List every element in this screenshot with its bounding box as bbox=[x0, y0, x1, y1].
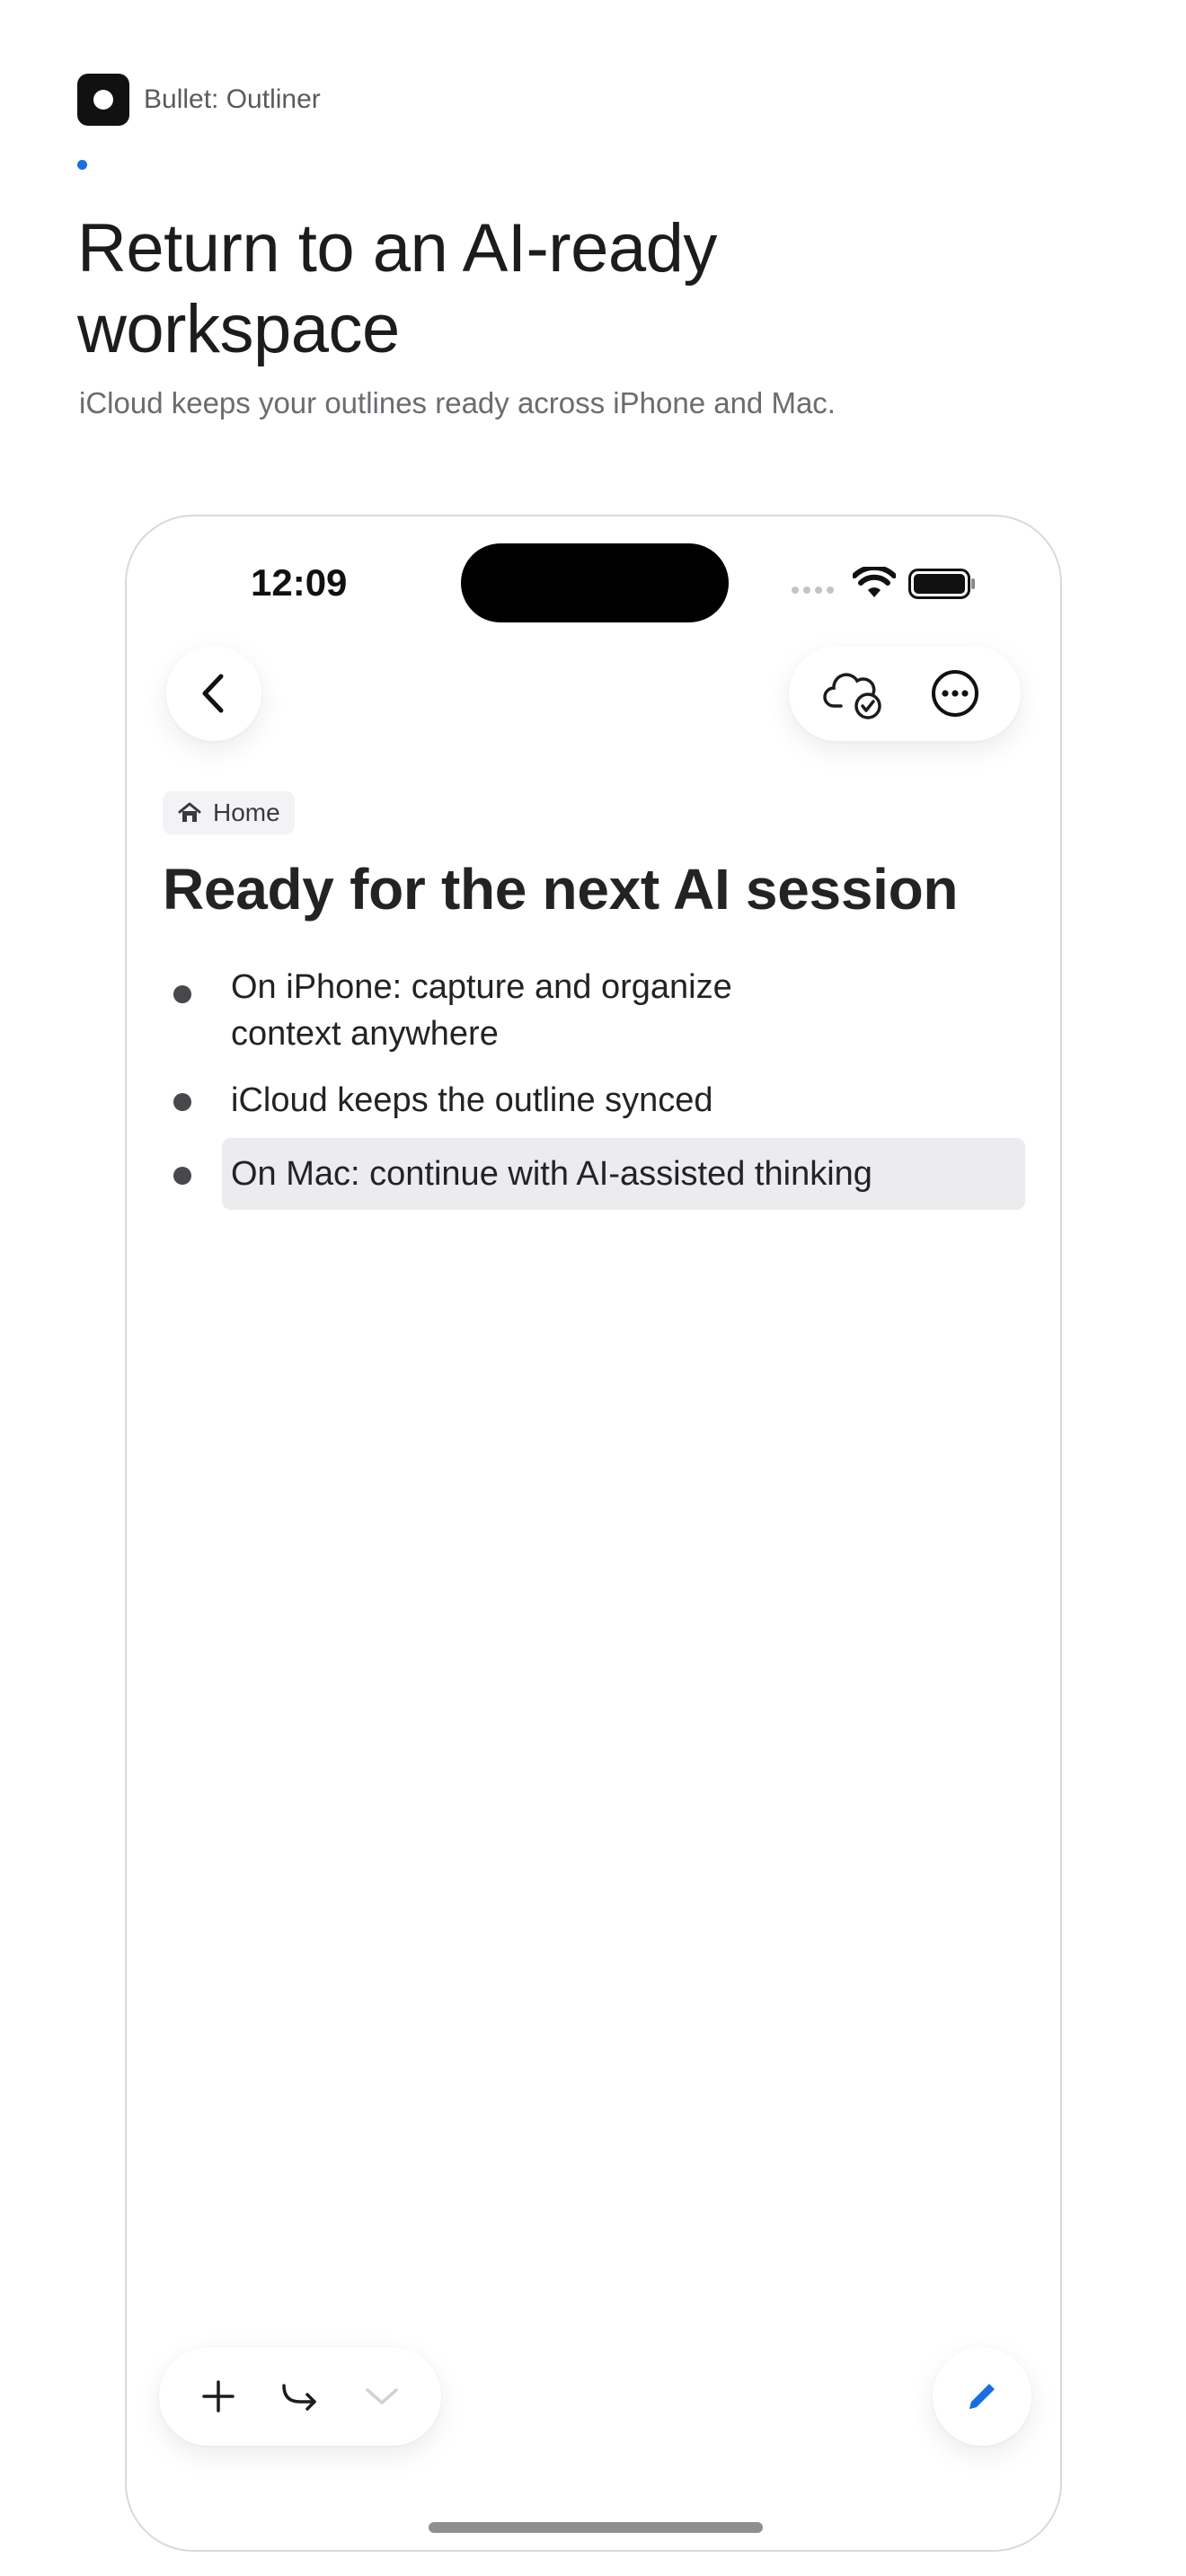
bullet-icon[interactable] bbox=[173, 985, 191, 1003]
breadcrumb-home[interactable]: Home bbox=[163, 791, 295, 834]
app-brand: Bullet: Outliner bbox=[77, 74, 321, 126]
status-time: 12:09 bbox=[251, 561, 348, 604]
pencil-icon bbox=[969, 2384, 995, 2409]
cellular-signal-icon bbox=[792, 587, 834, 594]
more-options-button[interactable] bbox=[919, 657, 991, 729]
collapse-button[interactable] bbox=[352, 2367, 412, 2426]
edit-toolbar bbox=[159, 2347, 441, 2446]
add-item-button[interactable] bbox=[189, 2367, 248, 2426]
headline: Return to an AI-ready workspace bbox=[77, 210, 717, 367]
sync-status-button[interactable] bbox=[819, 657, 891, 729]
house-icon bbox=[178, 802, 201, 822]
indent-arrow-icon bbox=[282, 2384, 316, 2411]
outline-item-text[interactable]: On Mac: continue with AI-assisted thinki… bbox=[222, 1138, 1025, 1210]
plus-icon bbox=[201, 2380, 235, 2413]
chevron-left-icon bbox=[202, 674, 224, 713]
bullet-icon[interactable] bbox=[173, 1093, 191, 1111]
outline-item-text[interactable]: On iPhone: capture and organize context … bbox=[222, 958, 797, 1063]
back-button[interactable] bbox=[166, 646, 261, 741]
cloud-check-icon bbox=[822, 673, 881, 719]
app-name: Bullet: Outliner bbox=[144, 84, 321, 114]
outline-item-selected[interactable]: On Mac: continue with AI-assisted thinki… bbox=[163, 1138, 1025, 1210]
bullet-icon[interactable] bbox=[173, 1167, 191, 1185]
nav-actions bbox=[789, 646, 1021, 741]
subheadline: iCloud keeps your outlines ready across … bbox=[79, 386, 836, 419]
indent-button[interactable] bbox=[270, 2367, 330, 2426]
battery-icon bbox=[908, 569, 975, 599]
chevron-down-icon bbox=[366, 2388, 399, 2404]
page-indicator-dot bbox=[77, 160, 87, 170]
ellipsis-circle-icon bbox=[931, 670, 978, 717]
home-indicator[interactable] bbox=[429, 2522, 763, 2533]
breadcrumb-label: Home bbox=[213, 798, 280, 826]
onboarding-screen: Bullet: Outliner Return to an AI-ready w… bbox=[0, 0, 1186, 2576]
outline-item-text[interactable]: iCloud keeps the outline synced bbox=[222, 1072, 722, 1129]
outline-list: On iPhone: capture and organize context … bbox=[163, 958, 1025, 1210]
dynamic-island bbox=[461, 543, 729, 622]
app-logo-icon bbox=[77, 74, 129, 126]
outline-item[interactable]: On iPhone: capture and organize context … bbox=[163, 958, 1025, 1063]
compose-button[interactable] bbox=[933, 2347, 1031, 2446]
wifi-icon bbox=[853, 567, 896, 597]
outline-item[interactable]: iCloud keeps the outline synced bbox=[163, 1072, 1025, 1129]
document-title[interactable]: Ready for the next AI session bbox=[163, 856, 958, 922]
device-frame: 12:09 Home Ready for the next AI session… bbox=[125, 515, 1062, 2552]
